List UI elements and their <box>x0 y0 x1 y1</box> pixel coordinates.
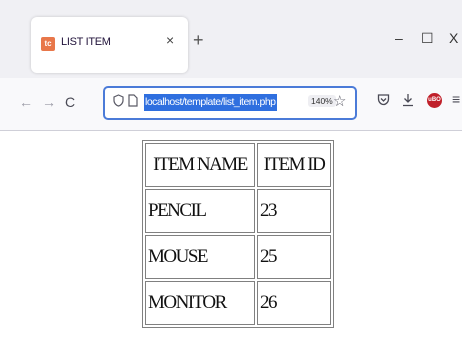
page-content: ITEM NAME ITEM ID PENCIL 23 MOUSE 25 MON… <box>0 131 462 357</box>
zoom-level-badge[interactable]: 140% <box>308 95 336 107</box>
cell-item-name: MOUSE <box>145 235 255 279</box>
address-bar[interactable]: localhost/template/list_item.php 140% ☆ <box>103 86 357 120</box>
column-header-item-id: ITEM ID <box>257 143 331 187</box>
page-info-icon[interactable] <box>128 94 138 110</box>
close-window-button[interactable]: X <box>449 30 458 46</box>
tab-strip: tc LIST ITEM × + – ☐ X <box>0 0 462 78</box>
favicon-icon: tc <box>41 37 55 51</box>
tab-close-icon[interactable]: × <box>166 32 174 48</box>
ublock-icon[interactable]: uBO <box>427 93 442 108</box>
forward-icon[interactable]: → <box>42 94 56 110</box>
table-header-row: ITEM NAME ITEM ID <box>145 143 331 187</box>
tab-list-item[interactable]: tc LIST ITEM × <box>31 17 188 73</box>
table-row: MONITOR 26 <box>145 281 331 325</box>
tab-title: LIST ITEM <box>61 36 111 48</box>
download-icon[interactable] <box>402 93 414 110</box>
table-row: PENCIL 23 <box>145 189 331 233</box>
reload-icon[interactable]: C <box>65 94 75 110</box>
cell-item-name: PENCIL <box>145 189 255 233</box>
cell-item-name: MONITOR <box>145 281 255 325</box>
new-tab-button[interactable]: + <box>193 30 204 51</box>
table-row: MOUSE 25 <box>145 235 331 279</box>
minimize-button[interactable]: – <box>395 30 403 46</box>
cell-item-id: 26 <box>257 281 331 325</box>
bookmark-star-icon[interactable]: ☆ <box>333 92 346 110</box>
menu-icon[interactable]: ≡ <box>452 91 460 107</box>
navigation-bar: ← → C localhost/template/list_item.php 1… <box>0 78 462 131</box>
cell-item-id: 23 <box>257 189 331 233</box>
cell-item-id: 25 <box>257 235 331 279</box>
back-icon[interactable]: ← <box>19 94 33 110</box>
shield-icon[interactable] <box>113 94 124 110</box>
browser-window: tc LIST ITEM × + – ☐ X ← → C localhost/t… <box>0 0 462 357</box>
items-table: ITEM NAME ITEM ID PENCIL 23 MOUSE 25 MON… <box>142 140 334 328</box>
column-header-item-name: ITEM NAME <box>145 143 255 187</box>
pocket-icon[interactable] <box>377 93 390 109</box>
url-text[interactable]: localhost/template/list_item.php <box>144 94 277 111</box>
maximize-button[interactable]: ☐ <box>421 30 434 47</box>
